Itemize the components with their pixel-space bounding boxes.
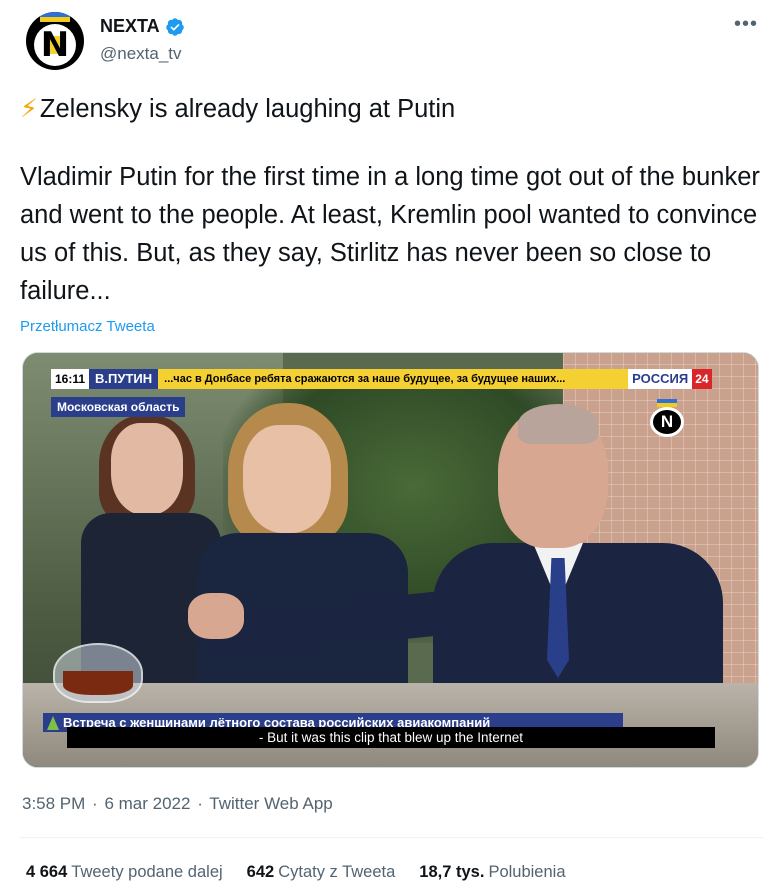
ticker-name: В.ПУТИН (89, 369, 159, 389)
avatar-letter: N (40, 25, 70, 65)
person-middle-face (243, 425, 331, 533)
stat-quotes[interactable]: 642 Cytaty z Tweeta (247, 863, 396, 882)
tweet-meta: 3:58 PM · 6 mar 2022 · Twitter Web App (22, 794, 333, 814)
stat-retweets[interactable]: 4 664 Tweety podane dalej (26, 863, 223, 882)
channel-logo-number: 24 (692, 369, 712, 389)
tweet-body: Vladimir Putin for the first time in a l… (20, 163, 760, 305)
tea (63, 671, 133, 695)
tweet-text: ⚡Zelensky is already laughing at Putin V… (20, 90, 765, 310)
tweet-headline: Zelensky is already laughing at Putin (39, 95, 456, 123)
lower-third-logo-icon (47, 716, 59, 730)
region-label: Московская область (51, 397, 186, 417)
lightning-icon: ⚡ (20, 95, 38, 123)
meta-separator-2: · (197, 794, 203, 813)
stat-label: Cytaty z Tweeta (278, 863, 396, 881)
display-name[interactable]: NEXTA (100, 16, 160, 37)
nexta-watermark-icon: N (650, 399, 684, 437)
person-right-hand (188, 593, 244, 639)
stat-value: 4 664 (26, 863, 68, 881)
tweet-video[interactable]: 16:11 В.ПУТИН ...час в Донбасе ребята ср… (22, 352, 759, 768)
news-ticker: 16:11 В.ПУТИН ...час в Донбасе ребята ср… (51, 369, 712, 389)
handle[interactable]: @nexta_tv (100, 44, 182, 64)
name-row: NEXTA (100, 16, 185, 37)
stat-label: Tweety podane dalej (71, 863, 223, 881)
stat-label: Polubienia (488, 863, 566, 881)
flag-stripe-yellow (40, 17, 70, 22)
stat-value: 642 (246, 863, 275, 881)
ticker-news: ...час в Донбасе ребята сражаются за наш… (158, 369, 629, 389)
translate-tweet-link[interactable]: Przetłumacz Tweeta (20, 318, 155, 335)
stat-likes[interactable]: 18,7 tys. Polubienia (419, 863, 565, 882)
divider (20, 837, 763, 838)
meta-separator: · (92, 794, 98, 813)
tweet-stats: 4 664 Tweety podane dalej 642 Cytaty z Twe… (26, 863, 590, 882)
stat-value: 18,7 tys. (419, 863, 485, 881)
video-subtitle: - But it was this clip that blew up the … (67, 727, 715, 748)
teapot (53, 643, 143, 703)
tweet-date[interactable]: 6 mar 2022 (104, 794, 190, 813)
tweet-header: N NEXTA @nexta_tv ••• (20, 12, 763, 72)
watermark-letter: N (650, 407, 684, 437)
person-right (423, 404, 723, 728)
person-middle (198, 403, 408, 703)
avatar[interactable]: N (26, 12, 84, 70)
ticker-time: 16:11 (51, 369, 90, 389)
tweet-source[interactable]: Twitter Web App (209, 794, 332, 813)
verified-badge-icon (165, 17, 184, 36)
tweet-headline-line: ⚡Zelensky is already laughing at Putin (20, 90, 765, 128)
person-right-hair (518, 404, 598, 444)
more-options-icon[interactable]: ••• (729, 12, 763, 40)
channel-logo: РОССИЯ (628, 369, 693, 389)
tweet-time[interactable]: 3:58 PM (22, 794, 85, 813)
person-left-face (111, 423, 183, 515)
